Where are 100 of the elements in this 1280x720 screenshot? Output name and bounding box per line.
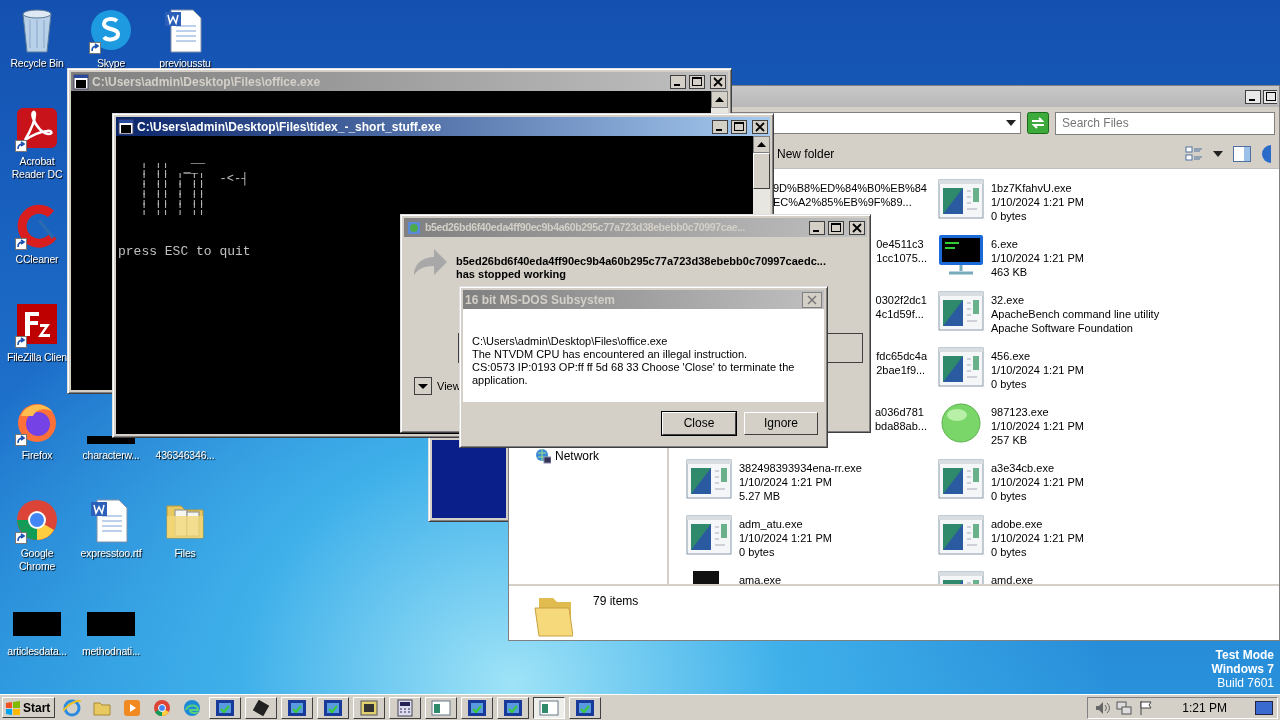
program-icon [937, 457, 985, 501]
file-item[interactable]: adobe.exe 1/10/2024 1:21 PM 0 bytes [937, 513, 1279, 569]
icon-label[interactable]: previousstu [159, 57, 211, 70]
program-icon [575, 698, 596, 717]
file-name: ama.exe [739, 573, 782, 584]
dropdown-icon[interactable] [1213, 150, 1223, 157]
close-button[interactable] [849, 220, 865, 235]
error-subheading: has stopped working [456, 268, 567, 281]
search-field[interactable]: Search Files [1055, 111, 1275, 135]
file-detail: 0 bytes [991, 377, 1028, 391]
notice-text: Windows 7 [1211, 662, 1274, 676]
file-name[interactable]: 9D%B8%ED%84%B0%EB%84 EC%A2%85%EB%9F%89... [772, 177, 927, 209]
icon-label[interactable]: characterw... [82, 449, 140, 462]
file-thumbnail-icon[interactable] [87, 612, 135, 636]
maximize-button[interactable] [689, 74, 705, 89]
dropdown-icon[interactable] [1006, 120, 1016, 126]
file-item[interactable]: 987123.exe 1/10/2024 1:21 PM 257 KB [937, 401, 1279, 457]
file-detail: 0 bytes [991, 209, 1028, 223]
file-name: 987123.exe [991, 405, 1050, 419]
window-icon [431, 698, 452, 717]
scroll-up-button[interactable] [753, 136, 770, 153]
close-button[interactable] [752, 119, 768, 134]
file-thumbnail-icon[interactable] [13, 612, 61, 636]
message-text: C:\Users\admin\Desktop\Files\office.exe [472, 335, 669, 348]
error-heading: b5ed26bd6f40eda4ff90ec9b4a60b295c77a723d38ebebb0c70997caedc... [456, 255, 826, 268]
maximize-button[interactable] [1263, 89, 1277, 104]
file-item[interactable]: a3e34cb.exe 1/10/2024 1:21 PM 0 bytes [937, 457, 1279, 513]
file-detail: 1/10/2024 1:21 PM [991, 363, 1084, 377]
icon-label[interactable]: Firefox [21, 449, 53, 462]
file-detail: ApacheBench command line utility [991, 307, 1160, 321]
file-name: a3e34cb.exe [991, 461, 1055, 475]
icon-label[interactable]: Skype [96, 57, 126, 70]
clock[interactable]: 1:21 PM [1182, 698, 1227, 717]
file-item[interactable]: adm_atu.exe 1/10/2024 1:21 PM 0 bytes [685, 513, 937, 569]
file-detail: 1/10/2024 1:21 PM [991, 475, 1084, 489]
file-item[interactable]: 1bz7KfahvU.exe 1/10/2024 1:21 PM 0 bytes [937, 177, 1279, 233]
program-icon [685, 457, 733, 501]
file-detail: 0 bytes [991, 489, 1028, 503]
file-item[interactable]: 456.exe 1/10/2024 1:21 PM 0 bytes [937, 345, 1279, 401]
file-item[interactable]: 6.exe 1/10/2024 1:21 PM 463 KB [937, 233, 1279, 289]
file-name: 382498393934ena-rr.exe [739, 461, 862, 475]
program-icon [287, 698, 308, 717]
file-name[interactable]: fdc65dc4a 2bae1f9... [876, 345, 927, 377]
file-detail: 1/10/2024 1:21 PM [991, 195, 1084, 209]
file-name[interactable]: 0302f2dc1 4c1d59f... [875, 289, 927, 321]
maximize-button[interactable] [828, 220, 844, 235]
preview-pane-icon[interactable] [1233, 145, 1251, 162]
program-icon [685, 513, 733, 557]
refresh-button[interactable] [1027, 112, 1049, 134]
minimize-button[interactable] [670, 74, 686, 89]
file-name: 1bz7KfahvU.exe [991, 181, 1073, 195]
dialog-button[interactable]: Close [662, 411, 736, 435]
nav-item[interactable]: Network [535, 447, 667, 465]
calculator-icon [395, 698, 416, 717]
message-text: CS:0573 IP:0193 OP:ff ff 5d 68 33 Choose 'Close' to terminate the application. [472, 361, 796, 387]
file-name[interactable]: 0e4511c3 1cc1075... [876, 233, 927, 265]
taskbar-button[interactable] [533, 696, 566, 719]
maximize-button[interactable] [731, 119, 747, 134]
file-item[interactable]: 382498393934ena-rr.exe 1/10/2024 1:21 PM 5.27 MB [685, 457, 937, 513]
icon-label[interactable]: Recycle Bin [10, 57, 64, 70]
installer-icon [359, 698, 380, 717]
close-button[interactable] [710, 74, 726, 89]
arrow-icon [412, 247, 448, 277]
file-name: 6.exe [991, 237, 1019, 251]
program-icon [937, 345, 985, 389]
program-icon [937, 289, 985, 333]
file-item[interactable]: ama.exe [685, 569, 937, 584]
show-desktop-button[interactable] [1255, 699, 1273, 716]
minimize-button[interactable] [712, 119, 728, 134]
program-icon [937, 177, 985, 221]
help-icon[interactable] [1261, 144, 1271, 163]
window-icon [539, 698, 560, 717]
window-title: 16 bit MS-DOS Subsystem [465, 291, 617, 309]
scroll-up-button[interactable] [711, 91, 728, 108]
minimize-button[interactable] [1245, 89, 1261, 104]
dialog-button[interactable]: Ignore [744, 411, 818, 435]
minimize-button[interactable] [809, 220, 825, 235]
new-folder-button[interactable]: New folder [777, 144, 835, 163]
file-name[interactable]: a036d781 bda88ab... [875, 401, 927, 433]
file-detail: 0 bytes [991, 545, 1028, 559]
icon-label[interactable]: Acrobat Reader DC [4, 155, 70, 181]
chrome-icon[interactable] [153, 698, 172, 717]
terminal-icon [937, 233, 985, 277]
file-item[interactable]: 32.exe ApacheBench command line utility Apache Software Foundation [937, 289, 1279, 345]
file-name: 456.exe [991, 349, 1032, 363]
view-options-icon[interactable] [1185, 145, 1203, 162]
window-title: b5ed26bd6f40eda4ff90ec9b4a60b295c77a723d38ebebb0c70997cae... [425, 219, 746, 235]
icon-label[interactable]: CCleaner [15, 253, 59, 266]
program-icon [937, 513, 985, 557]
flag-icon[interactable] [1138, 699, 1155, 716]
start-button[interactable]: Start [2, 697, 56, 718]
app-icon [406, 219, 422, 236]
notice-text: Test Mode [1214, 648, 1274, 662]
icon-label[interactable]: FileZilla Clien [7, 351, 67, 364]
scroll-thumb[interactable] [753, 153, 770, 189]
file-detail: 0 bytes [739, 545, 776, 559]
network-icon [535, 448, 551, 464]
file-detail: Apache Software Foundation [991, 321, 1134, 335]
network-icon[interactable] [1116, 699, 1133, 716]
expand-button[interactable] [414, 377, 432, 395]
